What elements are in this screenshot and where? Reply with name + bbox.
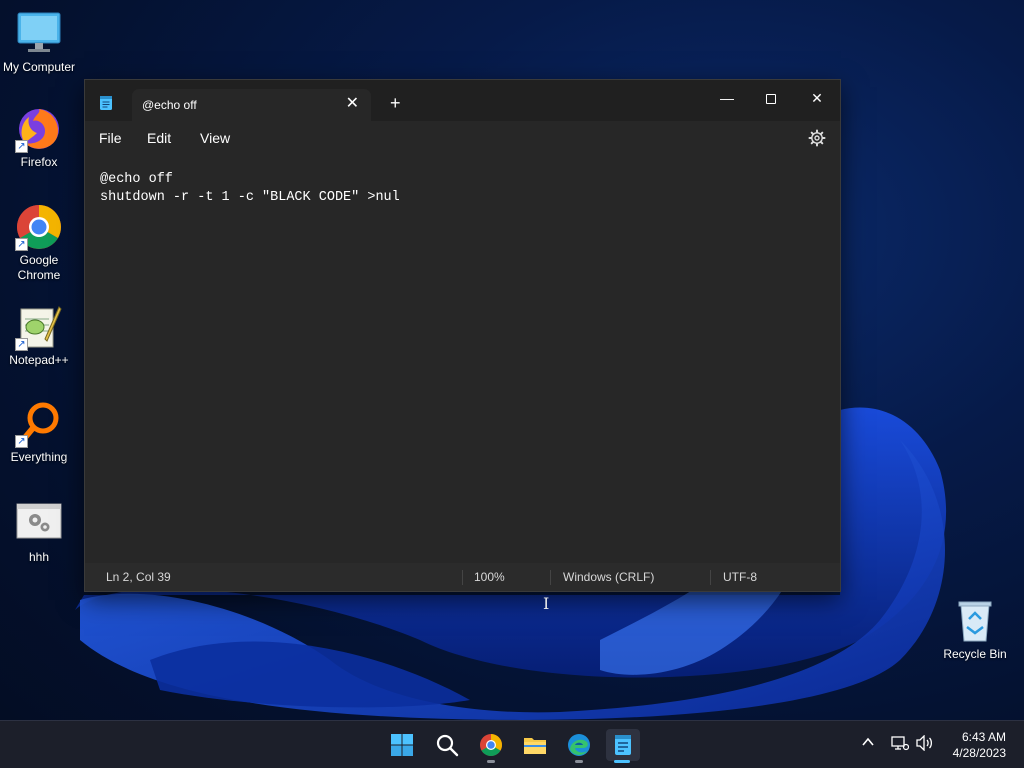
shortcut-arrow-icon: ↗ (15, 338, 28, 351)
menu-view[interactable]: View (200, 130, 230, 146)
chrome-icon: ↗ (15, 203, 63, 251)
notepad-plus-plus-icon: ↗ (15, 303, 63, 351)
desktop-icon-label: hhh (28, 550, 50, 564)
menu-file[interactable]: File (99, 130, 122, 146)
line-ending[interactable]: Windows (CRLF) (563, 563, 654, 591)
volume-button[interactable] (916, 734, 934, 754)
show-hidden-icons-button[interactable] (861, 735, 875, 752)
shortcut-arrow-icon: ↗ (15, 140, 28, 153)
cursor-position: Ln 2, Col 39 (106, 570, 171, 584)
firefox-icon: ↗ (15, 105, 63, 153)
status-divider (550, 570, 551, 585)
taskbar-notepad-button[interactable] (606, 729, 640, 763)
system-clock[interactable]: 6:43 AM 4/28/2023 (953, 729, 1006, 761)
title-bar[interactable]: @echo off ✕ + — ✕ (85, 80, 840, 121)
desktop-icon-label: Everything (10, 450, 68, 464)
menu-edit[interactable]: Edit (147, 130, 171, 146)
chrome-icon (480, 734, 502, 756)
maximize-button[interactable] (749, 84, 793, 114)
chevron-up-icon (862, 737, 874, 746)
notepad-icon (615, 735, 631, 755)
network-icon (891, 736, 910, 751)
taskbar-chrome-button[interactable] (475, 729, 507, 763)
status-bar: Ln 2, Col 39 100% Windows (CRLF) UTF-8 (85, 563, 840, 591)
tab-close-icon[interactable]: ✕ (346, 94, 359, 114)
desktop-icon-recycle-bin[interactable]: Recycle Bin (937, 597, 1013, 662)
status-divider (462, 570, 463, 585)
desktop-icon-label: Recycle Bin (943, 647, 1007, 661)
start-button[interactable] (386, 729, 418, 761)
tab-echo-off[interactable]: @echo off ✕ (132, 89, 371, 121)
taskbar-search-button[interactable] (431, 729, 463, 761)
maximize-icon (766, 94, 776, 105)
active-indicator (614, 760, 630, 763)
running-indicator (487, 760, 495, 763)
running-indicator (575, 760, 583, 763)
desktop-icon-notepad-plus-plus[interactable]: ↗ Notepad++ (1, 303, 77, 368)
text-editor-area[interactable]: @echo off shutdown -r -t 1 -c "BLACK CODE… (85, 155, 840, 613)
notepad-app-icon (99, 95, 113, 111)
taskbar-edge-button[interactable] (563, 729, 595, 763)
tab-title: @echo off (142, 98, 197, 112)
recycle-bin-icon (951, 597, 999, 645)
desktop-icon-label: Notepad++ (9, 353, 69, 367)
editor-line: shutdown -r -t 1 -c "BLACK CODE" >nul (100, 190, 400, 205)
taskbar: 6:43 AM 4/28/2023 (0, 720, 1024, 768)
new-tab-button[interactable]: + (390, 93, 401, 113)
desktop-icon-hhh[interactable]: hhh (1, 500, 77, 565)
desktop-icon-everything[interactable]: ↗ Everything (1, 400, 77, 465)
shortcut-arrow-icon: ↗ (15, 238, 28, 251)
file-explorer-icon (524, 738, 546, 754)
encoding[interactable]: UTF-8 (723, 563, 757, 591)
speaker-icon (916, 734, 933, 752)
desktop-icon-firefox[interactable]: ↗ Firefox (1, 105, 77, 170)
clock-date: 4/28/2023 (952, 746, 1006, 760)
batch-file-icon (15, 500, 63, 548)
status-divider (710, 570, 711, 585)
editor-line: @echo off (100, 172, 173, 187)
shortcut-arrow-icon: ↗ (15, 435, 28, 448)
monitor-icon (15, 10, 63, 58)
desktop-icon-label: Google Chrome (17, 253, 61, 282)
minimize-button[interactable]: — (705, 84, 749, 114)
network-button[interactable] (891, 735, 910, 754)
menu-bar: File Edit View (85, 121, 840, 155)
taskbar-file-explorer-button[interactable] (519, 729, 551, 761)
zoom-level[interactable]: 100% (474, 563, 505, 591)
everything-search-icon: ↗ (15, 400, 63, 448)
desktop-icon-google-chrome[interactable]: ↗ Google Chrome (1, 203, 77, 283)
settings-gear-icon[interactable] (808, 129, 826, 147)
start-icon (391, 734, 413, 756)
notepad-window: @echo off ✕ + — ✕ File Edit View @echo o… (84, 79, 841, 613)
text-cursor-icon: I (543, 594, 550, 613)
search-icon (436, 734, 459, 757)
desktop-icon-label: My Computer (2, 60, 76, 74)
desktop-icon-label: Firefox (20, 155, 58, 169)
edge-icon (568, 734, 590, 756)
clock-time: 6:43 AM (961, 730, 1006, 744)
desktop-icon-my-computer[interactable]: My Computer (1, 10, 77, 75)
close-window-button[interactable]: ✕ (795, 84, 839, 114)
